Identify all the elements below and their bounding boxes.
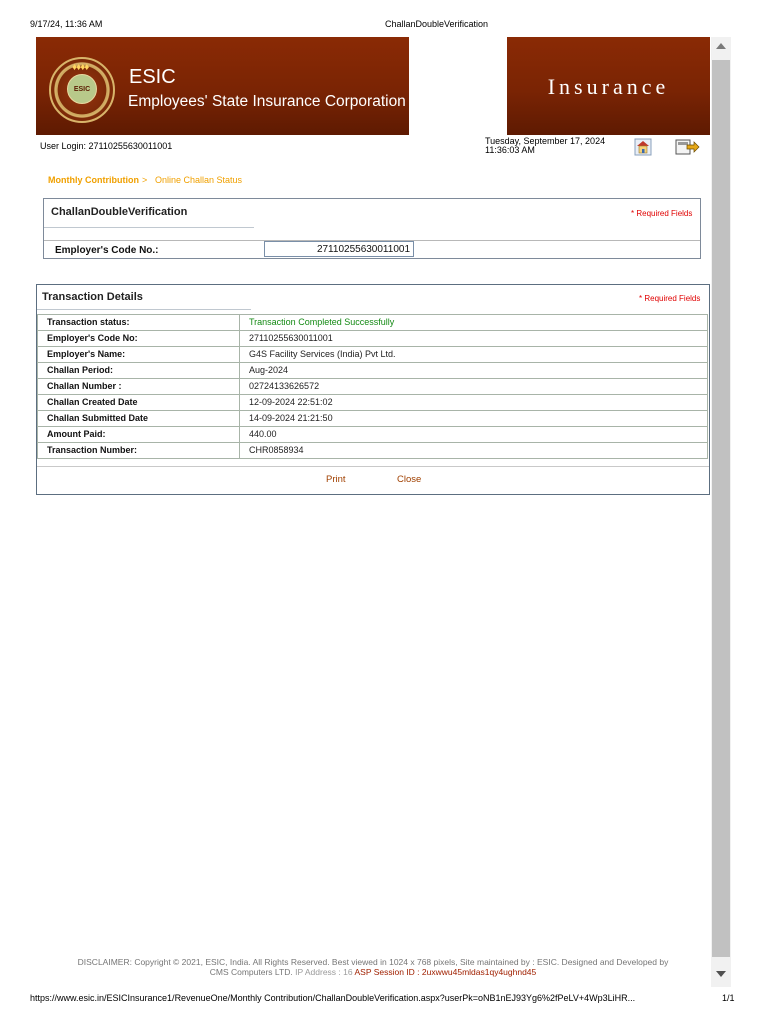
transaction-details-table: Transaction status: Transaction Complete… xyxy=(37,314,708,459)
brand-full-name: Employees' State Insurance Corporation xyxy=(128,93,406,110)
row-label: Transaction Number: xyxy=(37,442,240,459)
table-row: Amount Paid: 440.00 xyxy=(37,426,708,443)
row-value: 14-09-2024 21:21:50 xyxy=(239,410,708,427)
table-row: Challan Created Date 12-09-2024 22:51:02 xyxy=(37,394,708,411)
table-row: Transaction status: Transaction Complete… xyxy=(37,314,708,331)
divider xyxy=(37,466,709,467)
row-value: 12-09-2024 22:51:02 xyxy=(239,394,708,411)
breadcrumb-monthly-contribution[interactable]: Monthly Contribution xyxy=(48,175,139,185)
disclaimer-line-2: CMS Computers LTD. IP Address : 16 ASP S… xyxy=(36,967,710,977)
close-button[interactable]: Close xyxy=(397,474,421,485)
row-label: Challan Submitted Date xyxy=(37,410,240,427)
row-value: 02724133626572 xyxy=(239,378,708,395)
developer-name: CMS Computers LTD. xyxy=(209,967,293,977)
table-row: Employer's Code No: 27110255630011001 xyxy=(37,330,708,347)
user-login: User Login: 27110255630011001 xyxy=(40,141,173,151)
current-time: 11:36:03 AM xyxy=(485,145,535,155)
required-fields-note: * Required Fields xyxy=(639,294,701,303)
employer-code-label: Employer's Code No.: xyxy=(55,245,159,256)
disclaimer-text: DISCLAIMER: Copyright © 2021, ESIC, Indi… xyxy=(77,957,669,967)
scroll-down-arrow-icon[interactable] xyxy=(716,971,726,977)
logo-center: ESIC xyxy=(67,74,97,104)
scroll-up-arrow-icon[interactable] xyxy=(716,43,726,49)
table-row: Transaction Number: CHR0858934 xyxy=(37,442,708,459)
brand-short-name: ESIC xyxy=(129,66,176,88)
divider xyxy=(44,227,254,228)
lamp-icon: ♦♦♦♦ xyxy=(72,62,89,73)
row-label: Challan Number : xyxy=(37,378,240,395)
row-value: Aug-2024 xyxy=(239,362,708,379)
home-button[interactable] xyxy=(634,138,652,156)
breadcrumb-current-page: Online Challan Status xyxy=(155,175,243,185)
row-value: G4S Facility Services (India) Pvt Ltd. xyxy=(239,346,708,363)
verification-panel-title: ChallanDoubleVerification xyxy=(51,206,188,218)
breadcrumb-separator: > xyxy=(142,175,148,185)
table-row: Challan Number : 02724133626572 xyxy=(37,378,708,395)
ip-address: IP Address : 16 xyxy=(295,967,353,977)
logout-button[interactable] xyxy=(674,138,700,156)
row-value: 27110255630011001 xyxy=(239,330,708,347)
table-row: Challan Submitted Date 14-09-2024 21:21:… xyxy=(37,410,708,427)
print-url: https://www.esic.in/ESICInsurance1/Reven… xyxy=(30,993,636,1003)
row-value: CHR0858934 xyxy=(239,442,708,459)
divider xyxy=(37,309,251,310)
required-fields-note: * Required Fields xyxy=(631,209,693,218)
home-icon xyxy=(634,138,652,156)
row-label: Employer's Name: xyxy=(37,346,240,363)
transaction-status-value: Transaction Completed Successfully xyxy=(239,314,708,331)
scrollbar-thumb[interactable] xyxy=(712,60,730,957)
banner-insurance-text: Insurance xyxy=(547,74,670,99)
table-row: Employer's Name: G4S Facility Services (… xyxy=(37,346,708,363)
table-row: Challan Period: Aug-2024 xyxy=(37,362,708,379)
employer-code-input[interactable] xyxy=(264,241,414,257)
row-value: 440.00 xyxy=(239,426,708,443)
session-id: ASP Session ID : 2uxwwu45mldas1qy4ughnd4… xyxy=(354,967,537,977)
row-label: Challan Created Date xyxy=(37,394,240,411)
transaction-details-title: Transaction Details xyxy=(42,291,143,303)
print-date: 9/17/24, 11:36 AM xyxy=(30,19,103,29)
row-label: Challan Period: xyxy=(37,362,240,379)
row-label: Amount Paid: xyxy=(37,426,240,443)
print-button[interactable]: Print xyxy=(326,474,346,485)
logout-icon xyxy=(675,139,700,155)
row-label: Employer's Code No: xyxy=(37,330,240,347)
print-page-number: 1/1 xyxy=(722,993,735,1003)
print-title: ChallanDoubleVerification xyxy=(385,19,489,29)
row-label: Transaction status: xyxy=(37,314,240,331)
